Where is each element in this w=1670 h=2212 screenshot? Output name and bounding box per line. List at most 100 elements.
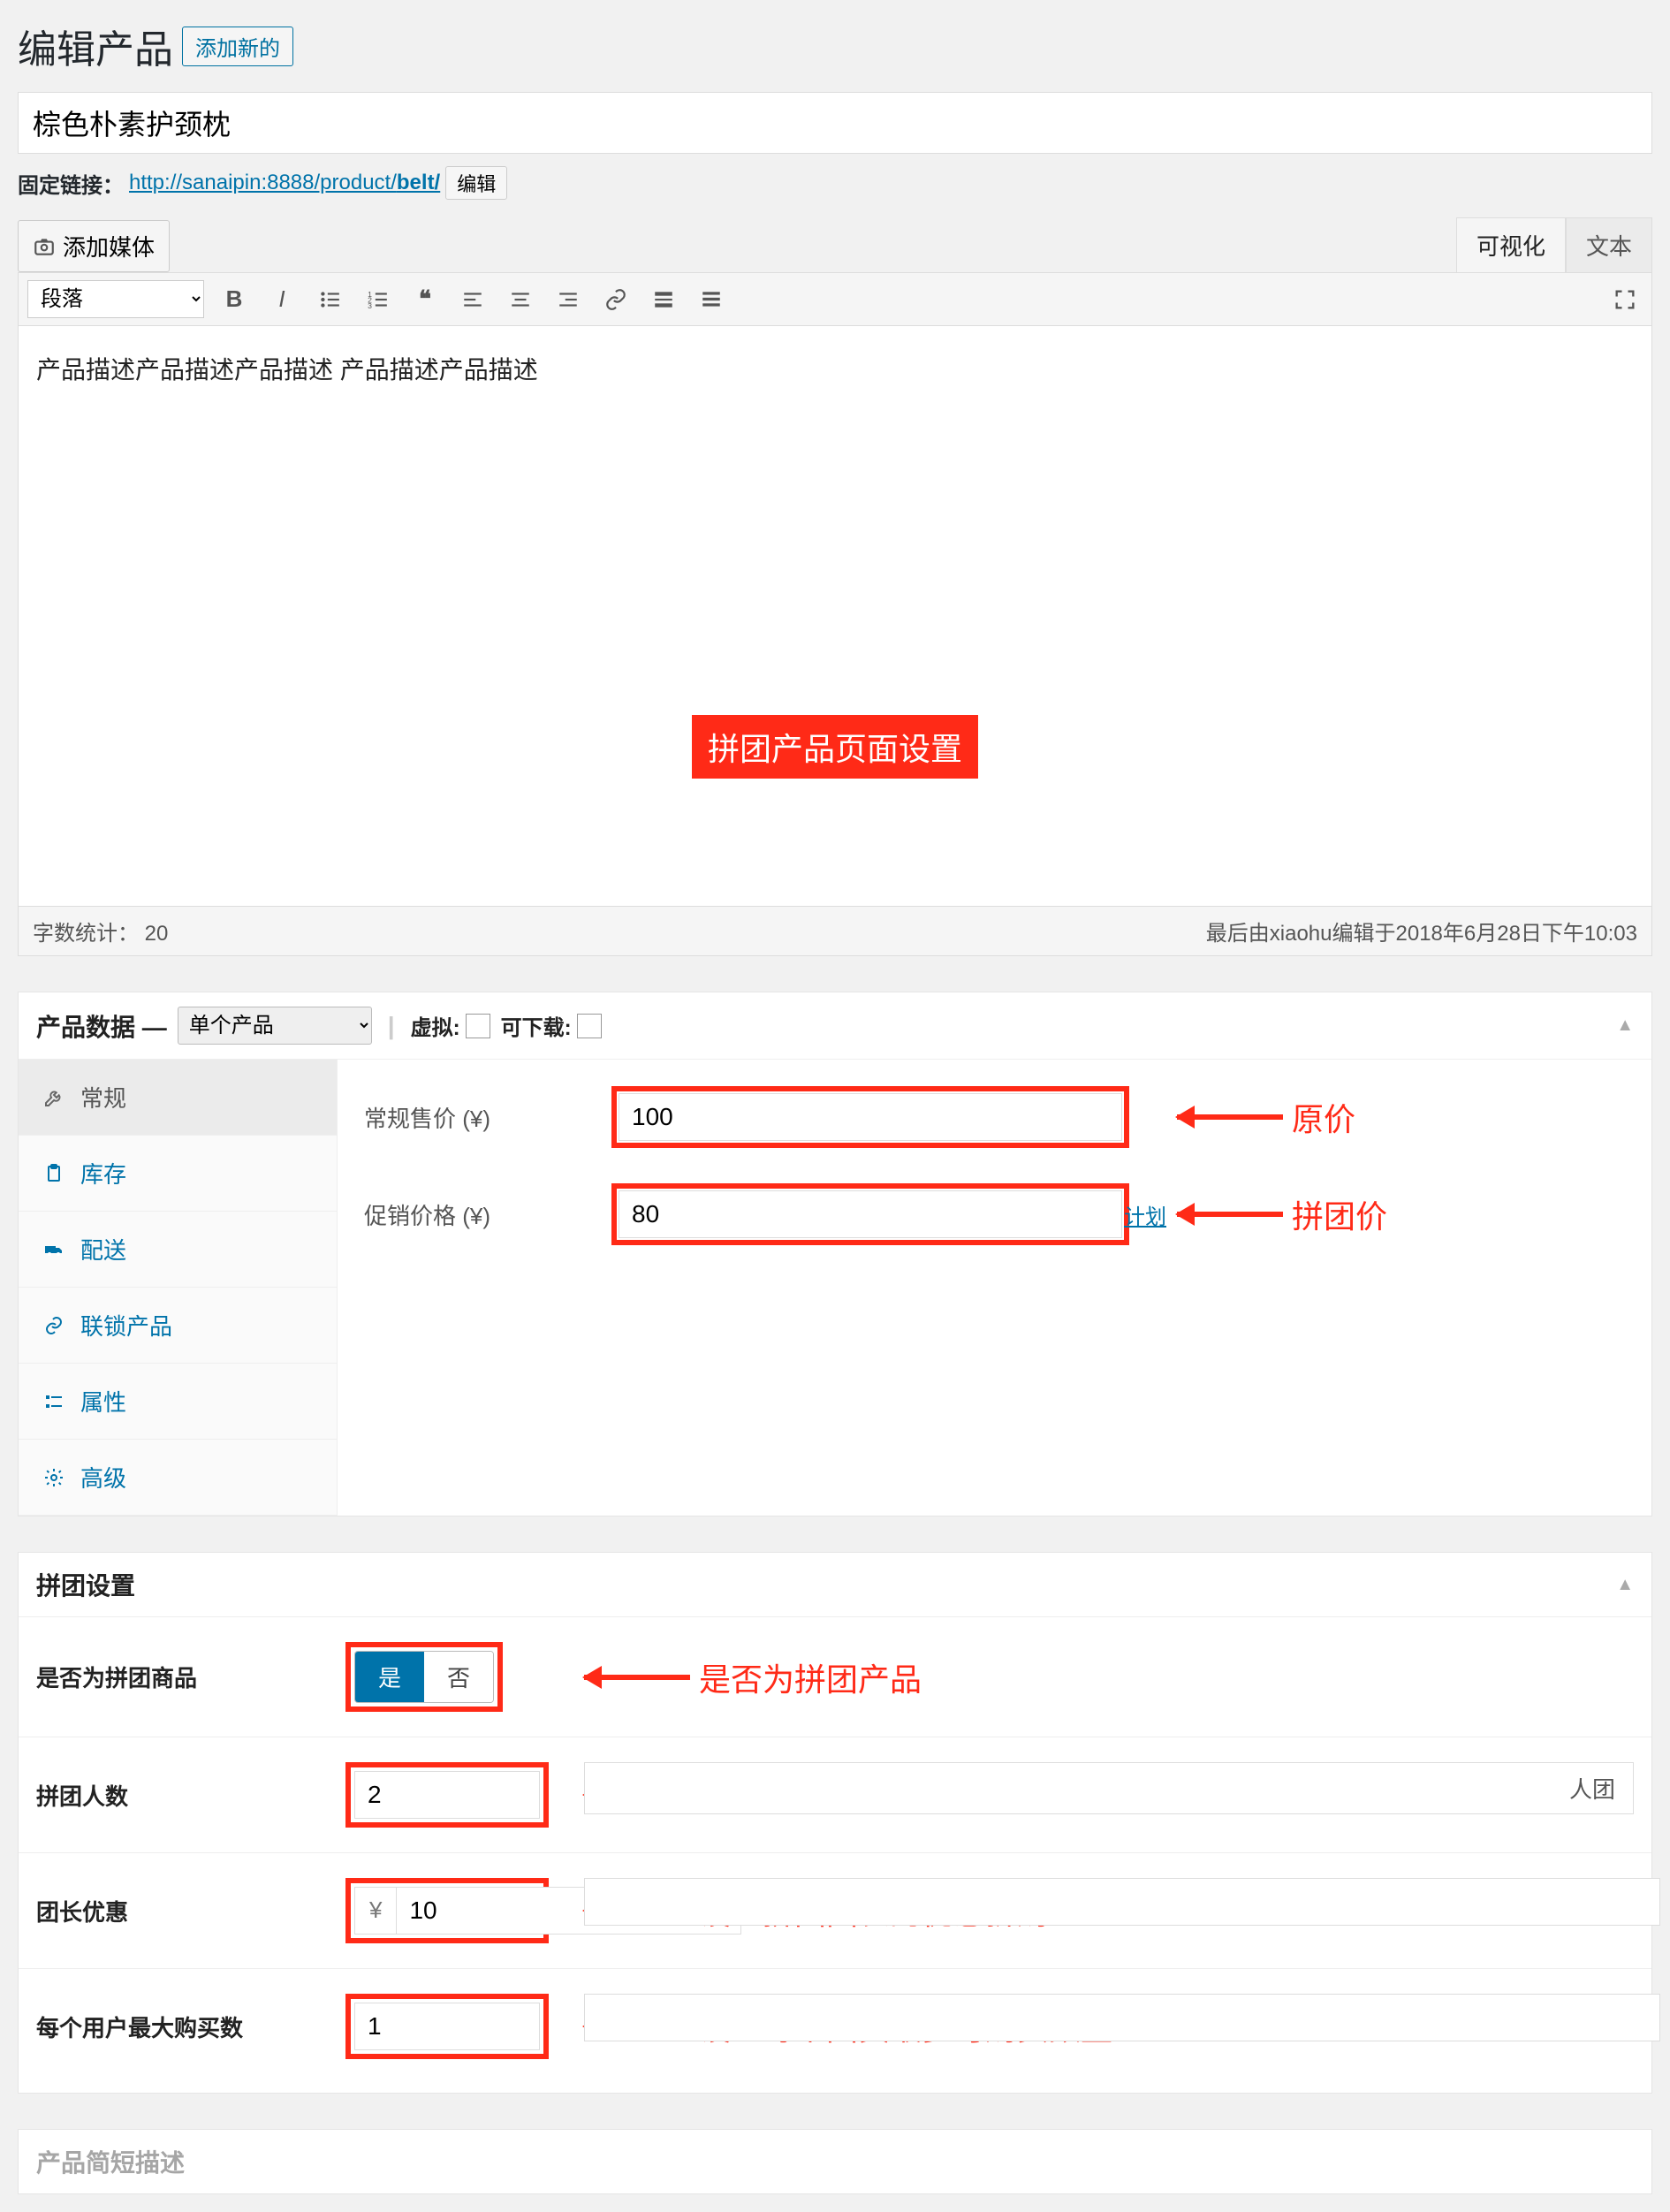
group-settings-header: 拼团设置 ▲ bbox=[19, 1553, 1651, 1616]
short-description-title: 产品简短描述 bbox=[36, 2144, 185, 2179]
arrow-icon bbox=[1177, 1212, 1283, 1217]
group-count-input-extended[interactable] bbox=[584, 1762, 1552, 1814]
regular-price-label: 常规售价 (¥) bbox=[364, 1101, 594, 1134]
group-count-highlight bbox=[345, 1762, 549, 1828]
wrench-icon bbox=[43, 1087, 68, 1108]
product-data-box: 产品数据 — 单个产品 | 虚拟: 可下载: ▲ 常规 bbox=[18, 992, 1652, 1516]
group-settings-title: 拼团设置 bbox=[36, 1567, 135, 1602]
permalink-row: 固定链接： http://sanaipin:8888/product/belt/… bbox=[18, 166, 1652, 200]
sale-price-highlight bbox=[611, 1183, 1129, 1245]
add-media-label: 添加媒体 bbox=[63, 230, 155, 262]
arrow-icon bbox=[584, 1675, 690, 1680]
max-buy-label: 每个用户最大购买数 bbox=[36, 2011, 345, 2043]
gear-icon bbox=[43, 1467, 68, 1488]
align-right-icon[interactable] bbox=[550, 282, 586, 317]
is-group-highlight: 是 否 bbox=[345, 1642, 503, 1712]
truck-icon bbox=[43, 1239, 68, 1260]
annotation-original-price: 原价 bbox=[1177, 1094, 1355, 1140]
product-title-input[interactable] bbox=[18, 92, 1652, 154]
italic-icon[interactable]: I bbox=[264, 282, 300, 317]
sale-price-input[interactable] bbox=[619, 1190, 1122, 1238]
chain-icon bbox=[43, 1315, 68, 1336]
is-group-toggle: 是 否 bbox=[354, 1651, 494, 1703]
editor-tabs: 可视化 文本 bbox=[1456, 217, 1652, 272]
product-type-select[interactable]: 单个产品 bbox=[178, 1007, 372, 1045]
annotation-is-group-text: 是否为拼团产品 bbox=[699, 1654, 922, 1700]
virtual-checkbox-row[interactable]: 虚拟: bbox=[411, 1010, 490, 1041]
quote-icon[interactable]: ❝ bbox=[407, 282, 443, 317]
annotation-group-price: 拼团价 bbox=[1177, 1191, 1387, 1237]
editor-content: 产品描述产品描述产品描述 产品描述产品描述 bbox=[36, 351, 1634, 386]
add-new-button[interactable]: 添加新的 bbox=[182, 27, 293, 66]
short-description-box: 产品简短描述 bbox=[18, 2129, 1652, 2194]
tab-linked-label: 联锁产品 bbox=[80, 1309, 172, 1342]
regular-price-highlight bbox=[611, 1086, 1129, 1148]
add-media-button[interactable]: 添加媒体 bbox=[18, 220, 170, 272]
tab-visual[interactable]: 可视化 bbox=[1456, 217, 1566, 272]
arrow-icon bbox=[1177, 1114, 1283, 1120]
leader-discount-label: 团长优惠 bbox=[36, 1895, 345, 1927]
permalink-base: http://sanaipin:8888/product/ bbox=[129, 171, 397, 194]
leader-discount-input-extended[interactable] bbox=[584, 1878, 1660, 1926]
tab-text[interactable]: 文本 bbox=[1566, 217, 1652, 272]
tab-general-label: 常规 bbox=[80, 1081, 126, 1114]
fullscreen-icon[interactable] bbox=[1607, 282, 1643, 317]
schedule-link[interactable]: 计划 bbox=[1124, 1199, 1166, 1230]
product-data-header: 产品数据 — 单个产品 | 虚拟: 可下载: ▲ bbox=[19, 992, 1651, 1060]
max-buy-input[interactable] bbox=[354, 2003, 540, 2050]
downloadable-checkbox[interactable] bbox=[577, 1014, 602, 1038]
bullet-list-icon[interactable] bbox=[312, 282, 347, 317]
toolbar-toggle-icon[interactable] bbox=[694, 282, 729, 317]
align-left-icon[interactable] bbox=[455, 282, 490, 317]
tab-shipping[interactable]: 配送 bbox=[19, 1212, 337, 1288]
max-buy-row: 每个用户最大购买数 设置每个团员最多可购买数量 bbox=[19, 1968, 1651, 2084]
numbered-list-icon[interactable]: 123 bbox=[360, 282, 395, 317]
max-buy-input-extended[interactable] bbox=[584, 1994, 1660, 2041]
last-edited: 最后由xiaohu编辑于2018年6月28日下午10:03 bbox=[1206, 916, 1637, 946]
downloadable-checkbox-row[interactable]: 可下载: bbox=[501, 1010, 602, 1041]
product-data-title: 产品数据 — bbox=[36, 1008, 167, 1044]
virtual-label: 虚拟: bbox=[411, 1010, 460, 1041]
permalink-slug: belt/ bbox=[397, 171, 440, 194]
permalink-edit-button[interactable]: 编辑 bbox=[445, 166, 507, 200]
collapse-icon[interactable]: ▲ bbox=[1616, 1015, 1634, 1036]
annotation-group-price-text: 拼团价 bbox=[1292, 1191, 1387, 1237]
group-count-suffix: 人团 bbox=[1552, 1762, 1634, 1814]
align-center-icon[interactable] bbox=[503, 282, 538, 317]
group-settings-box: 拼团设置 ▲ 是否为拼团商品 是 否 是否为拼团产品 拼团人数 设置拼团总人数 … bbox=[18, 1552, 1652, 2094]
tab-advanced[interactable]: 高级 bbox=[19, 1440, 337, 1516]
bold-icon[interactable]: B bbox=[216, 282, 252, 317]
link-icon[interactable] bbox=[598, 282, 634, 317]
tab-linked[interactable]: 联锁产品 bbox=[19, 1288, 337, 1364]
virtual-checkbox[interactable] bbox=[466, 1014, 490, 1038]
leader-discount-highlight: ¥ bbox=[345, 1878, 549, 1943]
group-count-input[interactable] bbox=[354, 1771, 540, 1819]
divider: | bbox=[388, 1012, 395, 1040]
regular-price-input[interactable] bbox=[619, 1093, 1122, 1141]
toggle-no[interactable]: 否 bbox=[424, 1652, 493, 1702]
product-data-tabs: 常规 库存 配送 联锁产品 bbox=[19, 1060, 338, 1516]
tab-advanced-label: 高级 bbox=[80, 1461, 126, 1494]
downloadable-label: 可下载: bbox=[501, 1010, 572, 1041]
word-count: 字数统计： 20 bbox=[33, 916, 168, 946]
editor-footer: 字数统计： 20 最后由xiaohu编辑于2018年6月28日下午10:03 bbox=[18, 907, 1652, 956]
leader-discount-row: 团长优惠 ¥ 设置拼团团长的优惠折购 bbox=[19, 1852, 1651, 1968]
toggle-yes[interactable]: 是 bbox=[355, 1652, 424, 1702]
currency-prefix: ¥ bbox=[354, 1887, 396, 1935]
format-select[interactable]: 段落 bbox=[27, 280, 204, 318]
regular-price-row: 常规售价 (¥) 原价 bbox=[364, 1086, 1625, 1148]
tab-shipping-label: 配送 bbox=[80, 1233, 126, 1266]
tab-inventory[interactable]: 库存 bbox=[19, 1136, 337, 1212]
read-more-icon[interactable] bbox=[646, 282, 681, 317]
sale-price-row: 促销价格 (¥) 计划 拼团价 bbox=[364, 1183, 1625, 1245]
tab-attributes-label: 属性 bbox=[80, 1385, 126, 1418]
page-title: 编辑产品 bbox=[18, 18, 173, 74]
editor-body[interactable]: 产品描述产品描述产品描述 产品描述产品描述 拼团产品页面设置 bbox=[18, 326, 1652, 907]
clipboard-icon bbox=[43, 1163, 68, 1184]
permalink-link[interactable]: http://sanaipin:8888/product/belt/ bbox=[129, 171, 440, 195]
tab-general[interactable]: 常规 bbox=[19, 1060, 337, 1136]
group-count-row: 拼团人数 设置拼团总人数 人团 bbox=[19, 1737, 1651, 1852]
collapse-icon[interactable]: ▲ bbox=[1616, 1575, 1634, 1595]
tab-attributes[interactable]: 属性 bbox=[19, 1364, 337, 1440]
permalink-label: 固定链接： bbox=[18, 168, 124, 199]
